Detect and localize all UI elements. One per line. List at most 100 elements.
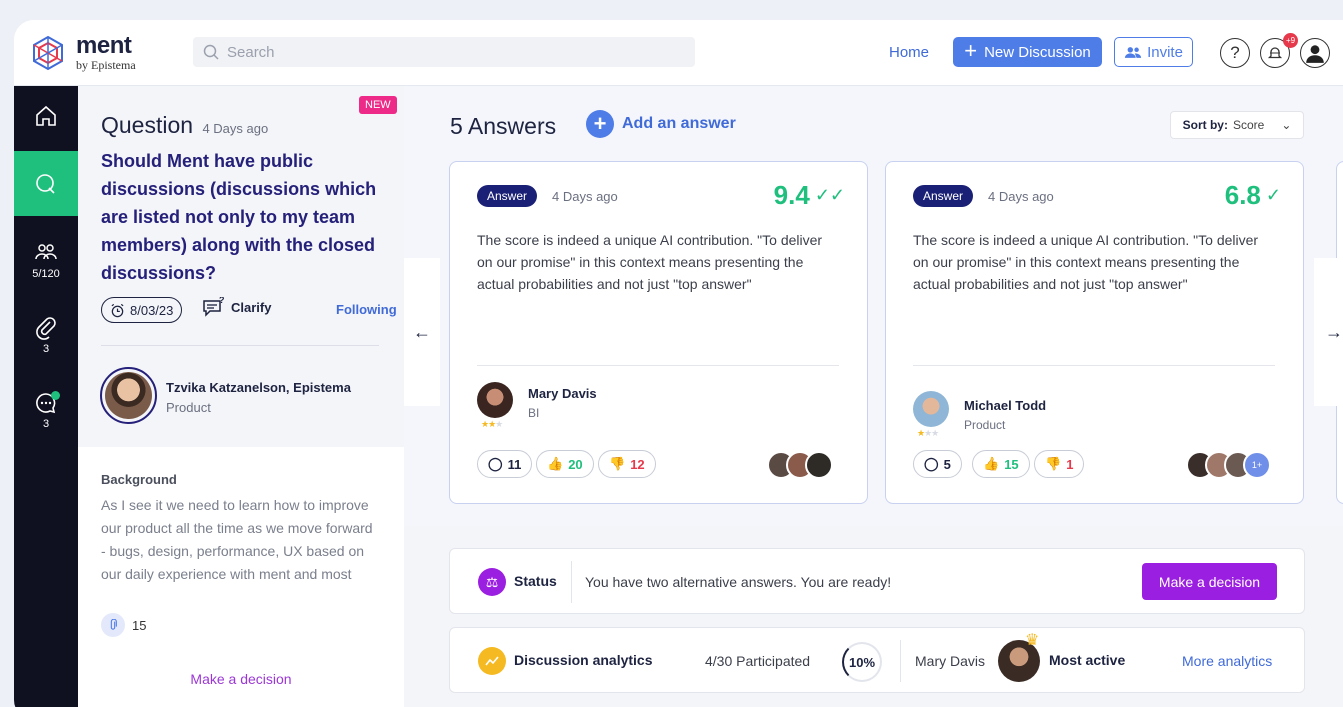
- add-answer-label: Add an answer: [622, 115, 736, 132]
- logo[interactable]: ment by Epistema: [30, 34, 136, 71]
- answer-tag: Answer: [477, 185, 538, 207]
- sidebar-item-participants[interactable]: 5/120: [14, 241, 78, 280]
- voter-avatars[interactable]: 1+: [1186, 451, 1271, 479]
- like-button[interactable]: 👍 20: [536, 450, 594, 478]
- divider: [913, 365, 1275, 366]
- new-badge: NEW: [359, 96, 397, 114]
- voter-avatars[interactable]: [767, 451, 833, 479]
- logo-subtitle: by Epistema: [76, 58, 136, 72]
- most-active-label: Most active: [1049, 652, 1126, 668]
- comment-icon: ◯: [924, 456, 939, 471]
- author-role: Product: [166, 400, 211, 415]
- answer-card[interactable]: Answer 4 Days ago 6.8 ✓ The score is ind…: [885, 161, 1304, 504]
- answer-text: The score is indeed a unique AI contribu…: [913, 232, 1259, 292]
- rating-stars: ★★★: [481, 419, 503, 429]
- like-button[interactable]: 👍 15: [972, 450, 1030, 478]
- help-button[interactable]: ?: [1220, 38, 1250, 68]
- answer-time: 4 Days ago: [988, 189, 1054, 204]
- arrow-left-icon: ←: [413, 321, 431, 342]
- double-check-icon: ✓✓: [814, 185, 845, 205]
- invite-button[interactable]: Invite: [1114, 37, 1193, 67]
- answer-author-role: BI: [528, 406, 540, 420]
- alarm-clock-icon: [111, 303, 124, 317]
- likes-count: 20: [568, 456, 583, 472]
- carousel-prev-button[interactable]: ←: [404, 258, 440, 406]
- rating-stars: ★★★: [917, 428, 939, 438]
- logo-name: ment: [76, 32, 132, 59]
- question-panel: NEW Question 4 Days ago Should Ment have…: [78, 86, 404, 707]
- answer-author-name[interactable]: Mary Davis: [528, 386, 597, 401]
- analytics-label: Discussion analytics: [514, 652, 653, 668]
- following-button[interactable]: Following: [336, 302, 397, 317]
- sidebar-item-question[interactable]: [14, 151, 78, 216]
- invite-label: Invite: [1147, 43, 1183, 61]
- dislikes-count: 1: [1066, 456, 1074, 472]
- sidebar-item-home[interactable]: [14, 104, 78, 128]
- score-value: 9.4: [773, 180, 810, 210]
- sort-dropdown[interactable]: Sort by: Score ⌄: [1170, 111, 1304, 139]
- sort-label: Sort by:: [1182, 118, 1228, 132]
- answer-tag: Answer: [913, 185, 974, 207]
- divider: [101, 345, 379, 346]
- profile-button[interactable]: [1300, 38, 1330, 68]
- dislikes-count: 12: [630, 456, 645, 472]
- make-decision-button[interactable]: Make a decision: [1142, 563, 1277, 600]
- make-decision-link[interactable]: Make a decision: [78, 671, 404, 687]
- attachment-icon: [36, 317, 56, 340]
- clarify-button[interactable]: ? Clarify: [202, 297, 271, 317]
- attachments-count: 15: [132, 617, 147, 633]
- more-voters-badge: 1+: [1243, 451, 1271, 479]
- author-avatar[interactable]: [100, 367, 157, 424]
- answer-card[interactable]: Answer 4 Days ago 9.4 ✓✓ The score is in…: [449, 161, 868, 504]
- answer-time: 4 Days ago: [552, 189, 618, 204]
- sidebar-item-attachments[interactable]: 3: [14, 316, 78, 355]
- more-analytics-link[interactable]: More analytics: [1182, 653, 1272, 669]
- answers-count: 5 Answers: [450, 113, 557, 139]
- new-discussion-label: New Discussion: [984, 43, 1091, 61]
- clarify-icon: ?: [203, 297, 225, 317]
- background-label: Background: [101, 472, 177, 487]
- participation-text: 4/30 Participated: [705, 653, 811, 669]
- voter-avatar: [805, 451, 833, 479]
- answer-author-name[interactable]: Michael Todd: [964, 398, 1046, 413]
- question-header: NEW Question 4 Days ago Should Ment have…: [78, 86, 404, 447]
- svg-text:?: ?: [219, 297, 225, 305]
- dislike-button[interactable]: 👎 12: [598, 450, 656, 478]
- nav-home-link[interactable]: Home: [889, 44, 929, 61]
- author-avatar[interactable]: [477, 382, 513, 418]
- thumbs-up-icon: 👍: [547, 456, 564, 471]
- attachments-count: 3: [42, 343, 50, 355]
- add-answer-button[interactable]: + Add an answer: [586, 110, 736, 138]
- question-icon: [36, 173, 55, 194]
- help-icon: ?: [1230, 43, 1240, 62]
- logo-icon: [33, 35, 63, 70]
- due-date-value: 8/03/23: [130, 302, 174, 318]
- comments-button[interactable]: ◯ 5: [913, 450, 962, 478]
- divider: [477, 365, 839, 366]
- new-discussion-button[interactable]: + New Discussion: [953, 37, 1102, 67]
- comments-button[interactable]: ◯ 11: [477, 450, 533, 478]
- carousel-next-button[interactable]: →: [1314, 258, 1343, 406]
- thumbs-up-icon: 👍: [983, 456, 1000, 471]
- search-input[interactable]: Search: [193, 37, 695, 67]
- home-icon: [36, 105, 56, 126]
- author-avatar[interactable]: [913, 391, 949, 427]
- paperclip-icon: [101, 613, 125, 637]
- thumbs-down-icon: 👎: [609, 456, 626, 471]
- scale-icon: ⚖: [478, 568, 506, 596]
- dislike-button[interactable]: 👎 1: [1034, 450, 1085, 478]
- attachments-link[interactable]: 15: [101, 613, 146, 637]
- background-text: As I see it we need to learn how to impr…: [101, 497, 373, 582]
- answer-score: 6.8 ✓: [1225, 180, 1281, 211]
- plus-icon: +: [964, 38, 978, 63]
- question-title: Should Ment have public discussions (dis…: [101, 151, 377, 283]
- analytics-icon: [478, 647, 506, 675]
- due-date-chip[interactable]: 8/03/23: [101, 297, 183, 323]
- status-message: You have two alternative answers. You ar…: [585, 574, 892, 590]
- search-placeholder: Search: [227, 43, 275, 61]
- sidebar-item-chat[interactable]: 3: [14, 391, 78, 430]
- question-heading: Question 4 Days ago: [101, 112, 268, 139]
- author-name[interactable]: Tzvika Katzanelson, Epistema: [166, 380, 351, 395]
- status-label: Status: [514, 573, 557, 589]
- most-active-name[interactable]: Mary Davis: [915, 653, 985, 669]
